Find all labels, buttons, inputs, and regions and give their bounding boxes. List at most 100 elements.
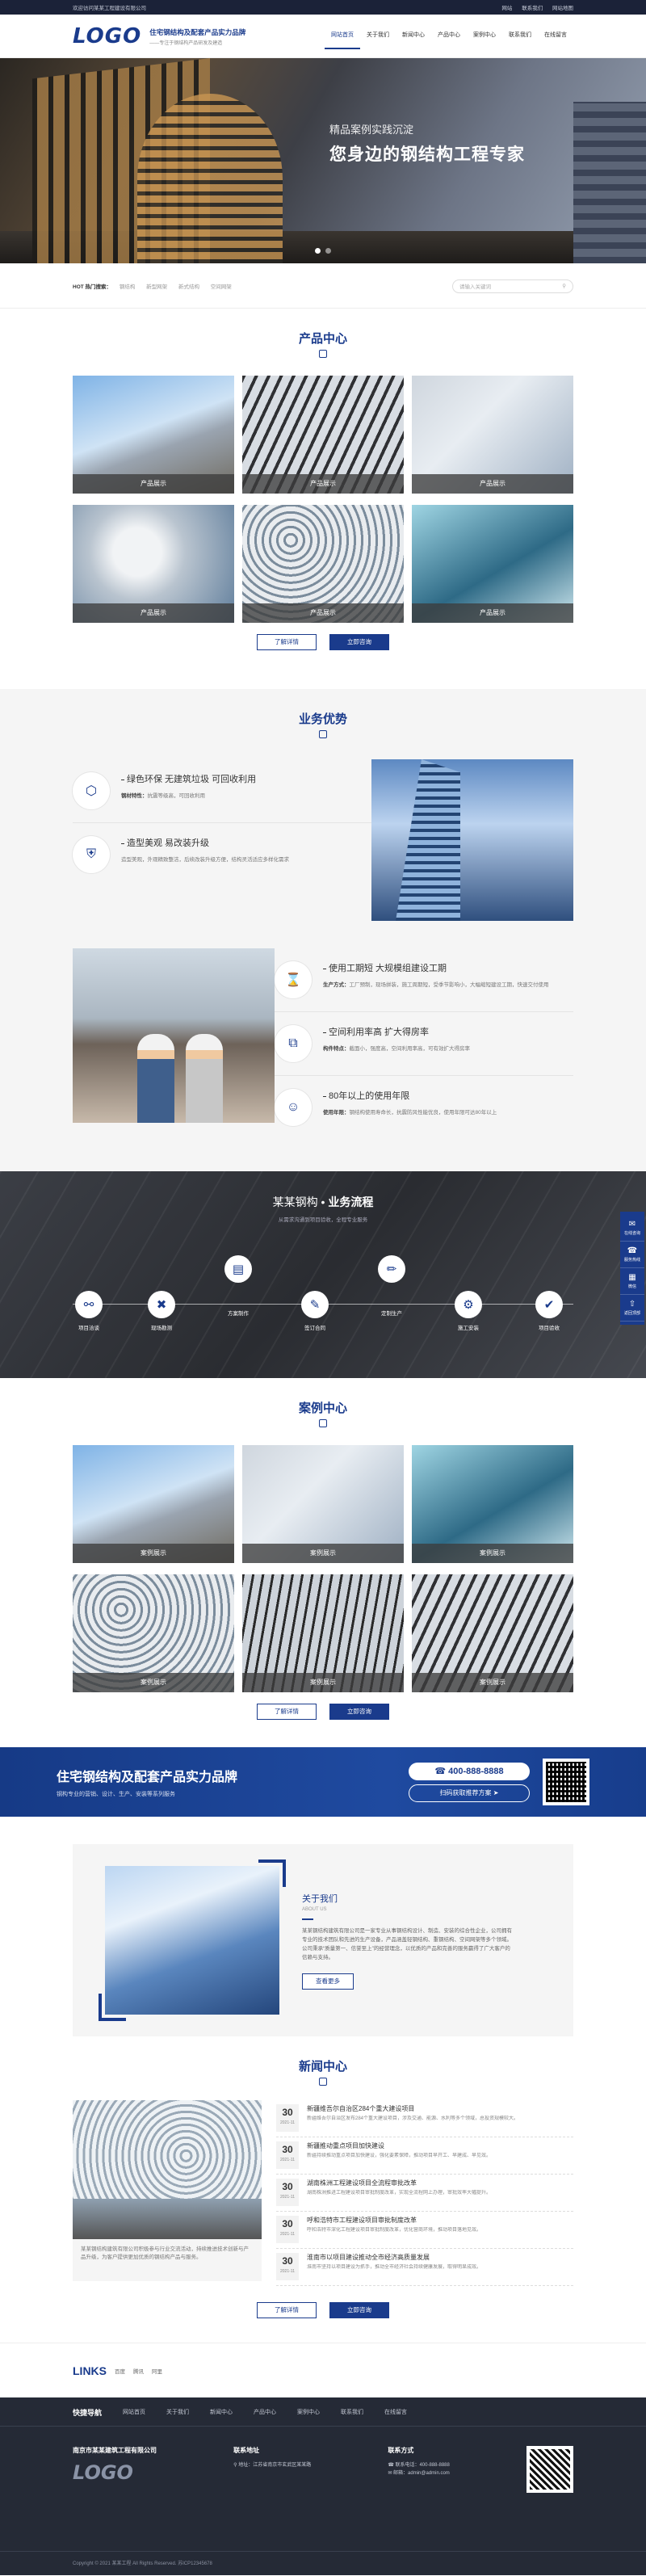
case-caption: 案例展示 [73,1544,234,1563]
news-title[interactable]: 呼和浩特市工程建设项目审批制度改革 [307,2216,481,2225]
nav-about[interactable]: 关于我们 [360,23,396,49]
process-step: ✔ 项目验收 [525,1255,573,1331]
top-link-contact[interactable]: 联系我们 [522,6,543,11]
document-icon: ▤ [224,1255,252,1283]
hot-keyword-3[interactable]: 新式结构 [178,284,199,290]
product-card[interactable]: 产品展示 [73,376,234,494]
product-card[interactable]: 产品展示 [412,376,573,494]
footer-nav-home[interactable]: 网站首页 [123,2408,145,2416]
footer-nav-news[interactable]: 新闻中心 [210,2408,233,2416]
about-title: 关于我们 [302,1893,338,1904]
side-wechat-label: 微信 [627,1284,636,1289]
side-wechat[interactable]: ▦ 微信 [620,1268,644,1295]
banner-dot-1[interactable] [315,248,321,254]
footer-nav-about[interactable]: 关于我们 [166,2408,189,2416]
top-link-site[interactable]: 网站 [501,6,512,11]
brand-sub: ——专注于钢结构产品研发及建造 [149,40,223,46]
footer-addr-title: 联系地址 [233,2447,260,2454]
nav-cases[interactable]: 案例中心 [467,23,502,49]
hotline-number: 400-888-8888 [448,1766,504,1776]
footer-nav-contact[interactable]: 联系我们 [341,2408,363,2416]
about-more-button[interactable]: 查看更多 [302,1973,354,1990]
case-card[interactable]: 案例展示 [73,1445,234,1563]
side-consult[interactable]: ✉ 在线咨询 [620,1215,644,1242]
user-icon: ☺ [275,1089,312,1126]
search-input[interactable]: 请输入关键词 ⚲ [452,279,573,293]
hot-keyword-4[interactable]: 空间网架 [211,284,232,290]
process-step-label: 签订合同 [304,1326,325,1331]
top-bar: 欢迎访问某某工程建设有限公司 网站 联系我们 网站地图 [0,0,646,15]
hotline-button[interactable]: ☎ 400-888-8888 [409,1762,530,1780]
plan-button[interactable]: 扫码获取推荐方案 ➤ [409,1784,530,1802]
process-step-label: 项目洽谈 [78,1326,99,1331]
nav-products[interactable]: 产品中心 [431,23,467,49]
footer-nav-message[interactable]: 在线留言 [384,2408,407,2416]
banner-subtitle: 精品案例实践沉淀 [329,124,414,136]
advantage-item-text: 工厂预制，现场拼装，施工周期短，受季节影响小，大幅缩短建设工期，快速交付使用 [349,982,549,988]
process-step-label: 项目验收 [539,1326,560,1331]
news-item[interactable]: 30 2021-11 新疆维吾尔自治区284个重大建设项目 新疆维吾尔自治区发布28… [276,2100,573,2137]
process-step: ✖ 现场勘测 [137,1255,186,1331]
news-item[interactable]: 30 2021-11 呼和浩特市工程建设项目审批制度改革 呼和浩特市深化工程建设项目… [276,2212,573,2249]
welcome-text: 欢迎访问某某工程建设有限公司 [73,6,146,11]
banner-dot-2[interactable] [325,248,331,254]
layout-icon: ⧉ [275,1025,312,1062]
chat-icon: ⚯ [75,1291,103,1318]
process-step: ✏ 定制生产 [367,1255,416,1317]
phone-icon: ☎ [627,1246,638,1255]
link-item[interactable]: 腾讯 [133,2367,144,2375]
case-caption: 案例展示 [412,1673,573,1692]
footer-nav-cases[interactable]: 案例中心 [297,2408,320,2416]
search-icon[interactable]: ⚲ [562,283,566,289]
product-card[interactable]: 产品展示 [242,376,404,494]
news-title[interactable]: 湖南株洲工程建设项目全流程审批改革 [307,2179,491,2187]
news-item[interactable]: 30 2021-11 湖南株洲工程建设项目全流程审批改革 湖南株洲推进工程建设项目审… [276,2175,573,2212]
news-month: 2021-11 [280,2269,295,2274]
footer: 快捷导航 网站首页 关于我们 新闻中心 产品中心 案例中心 联系我们 在线留言 … [0,2397,646,2575]
process-title-main: 业务流程 [328,1196,374,1208]
shield-icon: ⛨ [73,836,110,873]
nav-home[interactable]: 网站首页 [325,23,360,49]
advantage-item-text: 钢结构使用寿命长，抗震防风性能优良，使用年限可达80年以上 [349,1110,497,1116]
news-featured-image[interactable] [73,2100,262,2239]
hot-keyword-2[interactable]: 新型网架 [146,284,167,290]
news-title[interactable]: 新疆维吾尔自治区284个重大建设项目 [307,2104,518,2113]
process-step-label: 定制生产 [381,1311,402,1317]
case-more-button[interactable]: 了解详情 [257,1704,317,1720]
title-deco-icon [319,730,327,738]
logo[interactable]: LOGO [73,24,141,48]
side-hotline[interactable]: ☎ 服务热线 [620,1242,644,1268]
process-step: ✎ 签订合同 [291,1255,339,1331]
title-deco-icon [319,1419,327,1427]
nav-news[interactable]: 新闻中心 [396,23,431,49]
advantage-item: ⧉ 空间利用率高 扩大得房率 构件特点：截面小，强度高，空间利用率高，可有效扩大… [275,1012,573,1076]
link-item[interactable]: 百度 [115,2367,125,2375]
nav-contact[interactable]: 联系我们 [502,23,538,49]
qrcode-image [543,1759,589,1805]
floating-sidebar: ✉ 在线咨询 ☎ 服务热线 ▦ 微信 ⇧ 返回顶部 [620,1212,644,1325]
case-consult-button[interactable]: 立即咨询 [329,1704,389,1720]
hot-keyword-1[interactable]: 钢结构 [120,284,136,290]
case-card[interactable]: 案例展示 [412,1445,573,1563]
side-top[interactable]: ⇧ 返回顶部 [620,1295,644,1322]
news-item[interactable]: 30 2021-11 淮南市以项目建设推动全市经济高质量发展 淮南市坚持以项目建设为… [276,2249,573,2286]
title-deco-icon [319,2078,327,2086]
news-more-button[interactable]: 了解详情 [257,2302,317,2318]
case-card[interactable]: 案例展示 [242,1445,404,1563]
top-link-sitemap[interactable]: 网站地图 [552,6,573,11]
product-card[interactable]: 产品展示 [242,505,404,623]
news-item[interactable]: 30 2021-11 新疆推动重点项目加快建设 新疆持续推动重点项目加快建设，强化要… [276,2137,573,2175]
product-more-button[interactable]: 了解详情 [257,634,317,650]
case-card[interactable]: 案例展示 [242,1574,404,1692]
product-consult-button[interactable]: 立即咨询 [329,634,389,650]
news-title[interactable]: 淮南市以项目建设推动全市经济高质量发展 [307,2253,481,2262]
nav-message[interactable]: 在线留言 [538,23,573,49]
link-item[interactable]: 阿里 [152,2367,162,2375]
case-card[interactable]: 案例展示 [73,1574,234,1692]
product-card[interactable]: 产品展示 [412,505,573,623]
product-card[interactable]: 产品展示 [73,505,234,623]
news-consult-button[interactable]: 立即咨询 [329,2302,389,2318]
footer-nav-products[interactable]: 产品中心 [254,2408,276,2416]
case-card[interactable]: 案例展示 [412,1574,573,1692]
news-title[interactable]: 新疆推动重点项目加快建设 [307,2141,491,2150]
